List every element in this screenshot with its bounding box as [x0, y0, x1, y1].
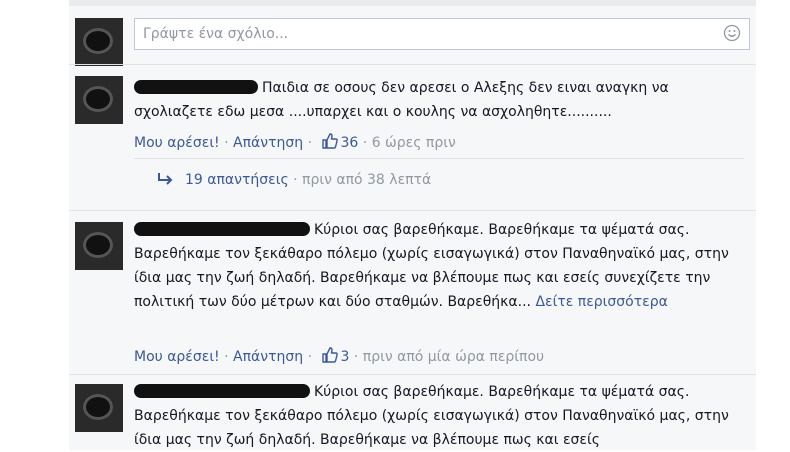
comment-input[interactable] [135, 19, 703, 49]
comment-actions: Μου αρέσει! · Απάντηση · 3 · πριν από μί… [134, 346, 544, 366]
comment-body: Κύριοι σας βαρεθήκαμε. Βαρεθήκαμε τα ψέμ… [134, 380, 734, 452]
comment-actions: Μου αρέσει! · Απάντηση · 36 · 6 ώρες πρι… [134, 132, 456, 152]
separator: · [224, 349, 234, 365]
separator: · [224, 135, 234, 151]
smiley-icon[interactable] [723, 24, 741, 42]
separator: · [353, 349, 363, 365]
comment-composer[interactable] [134, 18, 750, 50]
comment-timestamp[interactable]: πριν από μία ώρα περίπου [363, 349, 544, 365]
commenter-avatar[interactable] [75, 222, 123, 270]
separator: · [307, 135, 317, 151]
current-user-avatar [75, 18, 123, 66]
reply-arrow-icon [158, 173, 173, 185]
divider [69, 374, 756, 375]
comment-timestamp[interactable]: 6 ώρες πριν [372, 135, 456, 151]
separator: · [293, 172, 303, 188]
replies-row[interactable]: 19 απαντήσεις · πριν από 38 λεπτά [157, 172, 431, 188]
divider [134, 158, 744, 159]
comment-body: Παιδια σε οσους δεν αρεσει ο Αλεξης δεν … [134, 76, 734, 124]
replies-timestamp: πριν από 38 λεπτά [302, 172, 432, 188]
divider [69, 64, 756, 65]
divider [69, 210, 756, 211]
reply-link[interactable]: Απάντηση [233, 135, 303, 151]
commenter-avatar[interactable] [75, 384, 123, 432]
commenter-avatar[interactable] [75, 76, 123, 124]
like-link[interactable]: Μου αρέσει! [134, 135, 220, 151]
redacted-author-name [134, 384, 310, 398]
replies-count-link[interactable]: 19 απαντήσεις [185, 172, 289, 188]
top-divider [69, 0, 756, 6]
thumbs-up-icon [321, 347, 338, 363]
redacted-author-name [134, 222, 310, 236]
like-count[interactable]: 36 [341, 135, 359, 151]
separator: · [362, 135, 372, 151]
redacted-author-name [134, 80, 258, 94]
like-count[interactable]: 3 [341, 349, 350, 365]
reply-link[interactable]: Απάντηση [233, 349, 303, 365]
thumbs-up-icon [321, 133, 338, 149]
like-link[interactable]: Μου αρέσει! [134, 349, 220, 365]
see-more-link[interactable]: Δείτε περισσότερα [535, 294, 667, 310]
comment-body: Κύριοι σας βαρεθήκαμε. Βαρεθήκαμε τα ψέμ… [134, 218, 734, 314]
separator: · [307, 349, 317, 365]
